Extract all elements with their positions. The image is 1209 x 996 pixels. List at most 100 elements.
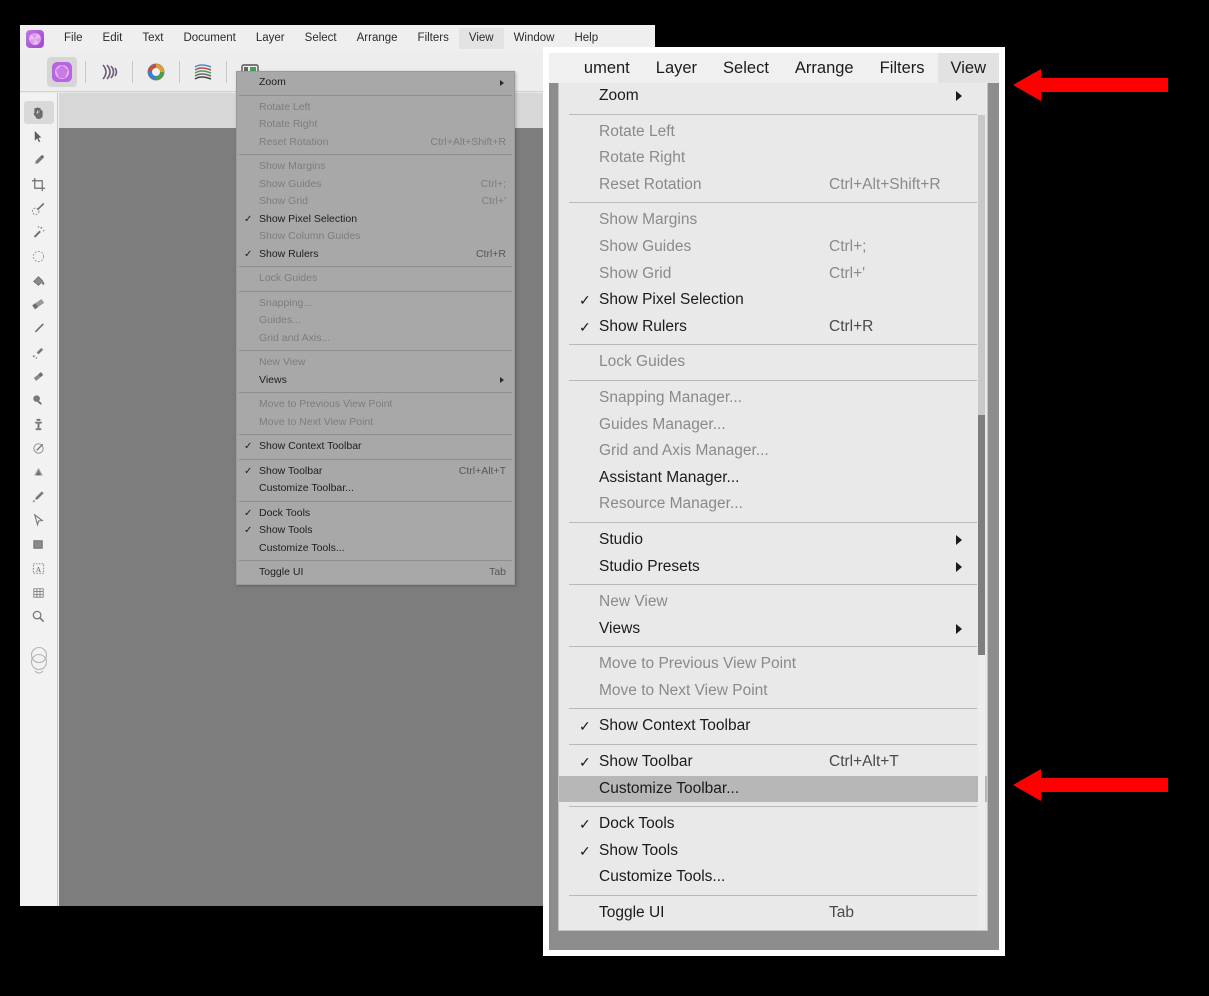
elliptical-marquee-tool[interactable] xyxy=(24,245,54,268)
zoom-tool[interactable] xyxy=(24,605,54,628)
menu-item-label: Snapping... xyxy=(259,296,313,309)
menu-item-label: Zoom xyxy=(259,76,286,88)
pixel-tool[interactable] xyxy=(24,341,54,364)
move-tool[interactable] xyxy=(24,125,54,148)
menubar-item-select[interactable]: Select xyxy=(295,28,347,50)
menu-item: New View xyxy=(559,589,987,616)
dodge-brush-tool[interactable] xyxy=(24,389,54,412)
menu-item[interactable]: Assistant Manager... xyxy=(559,465,987,492)
zoomed-menubar-item-arrange[interactable]: Arrange xyxy=(782,55,867,82)
menu-item-shortcut: Tab xyxy=(489,566,506,578)
menu-item[interactable]: ✓ Show Pixel Selection xyxy=(559,287,987,314)
menu-separator xyxy=(569,646,977,648)
menu-item-label: Studio xyxy=(599,530,643,548)
menu-item-label: Show Toolbar xyxy=(259,464,323,477)
photo-persona-icon[interactable] xyxy=(47,56,77,87)
menu-scrollbar[interactable] xyxy=(978,115,985,930)
blend-ranges-icon[interactable] xyxy=(24,643,54,677)
color-picker-tool[interactable] xyxy=(24,149,54,172)
menu-item: Show Column Guides xyxy=(237,228,514,246)
menu-item-label: Show Column Guides xyxy=(259,230,361,242)
menu-item-label: Move to Previous View Point xyxy=(599,655,797,673)
menu-item[interactable]: ✓ Dock Tools xyxy=(237,505,514,523)
view-menu-background[interactable]: Zoom Rotate Left Rotate Right Reset Rotatio… xyxy=(236,71,515,585)
menu-item-label: Toggle UI xyxy=(259,566,304,578)
menu-item[interactable]: Toggle UI Tab xyxy=(559,900,987,927)
crop-tool[interactable] xyxy=(24,173,54,196)
menu-item[interactable]: ✓ Show Context Toolbar xyxy=(559,713,987,740)
menubar-item-document[interactable]: Document xyxy=(173,28,245,50)
mesh-warp-tool[interactable] xyxy=(24,581,54,604)
menu-item-label: Show Tools xyxy=(599,841,678,859)
menu-item[interactable]: ✓ Show Tools xyxy=(559,838,987,865)
menu-item[interactable]: Toggle UI Tab xyxy=(237,564,514,582)
menu-item[interactable]: ✓ Show Toolbar Ctrl+Alt+T xyxy=(559,749,987,776)
menu-scrollbar-thumb[interactable] xyxy=(978,415,985,655)
menu-item: Rotate Right xyxy=(237,116,514,134)
checkmark-icon: ✓ xyxy=(579,754,591,771)
zoomed-menubar-item-ument[interactable]: ument xyxy=(571,55,643,82)
menubar-item-layer[interactable]: Layer xyxy=(246,28,295,50)
menu-item: Show Margins xyxy=(559,207,987,234)
liquify-persona-icon[interactable] xyxy=(94,57,124,87)
smudge-brush-tool[interactable] xyxy=(24,437,54,460)
menu-separator xyxy=(569,806,977,808)
selection-brush-tool[interactable] xyxy=(24,197,54,220)
menu-separator xyxy=(239,266,512,267)
erase-brush-tool[interactable] xyxy=(24,365,54,388)
menu-item[interactable]: Zoom xyxy=(237,74,514,92)
rectangle-tool[interactable] xyxy=(24,533,54,556)
zoomed-menubar-item-filters[interactable]: Filters xyxy=(867,55,938,82)
menu-item-shortcut: Ctrl+Alt+Shift+R xyxy=(829,175,941,193)
menubar-item-filters[interactable]: Filters xyxy=(408,28,459,50)
menubar-item-view[interactable]: View xyxy=(458,27,504,50)
zoomed-menubar-item-select[interactable]: Select xyxy=(710,55,782,82)
menu-item[interactable]: Views xyxy=(237,372,514,390)
menu-item-label: Lock Guides xyxy=(599,353,686,371)
flood-fill-tool[interactable] xyxy=(24,269,54,292)
menu-item: New View xyxy=(237,354,514,372)
menu-item-label: Customize Tools... xyxy=(259,541,345,554)
flood-select-tool[interactable] xyxy=(24,221,54,244)
menu-item: Show Grid Ctrl+' xyxy=(559,261,987,288)
menu-item: Snapping... xyxy=(237,295,514,313)
menu-item[interactable]: ✓ Show Pixel Selection xyxy=(237,211,514,229)
artistic-text-tool[interactable]: A xyxy=(24,557,54,580)
menu-item[interactable]: Customize Tools... xyxy=(559,864,987,891)
menu-item[interactable]: Customize Toolbar... xyxy=(237,480,514,498)
tone-mapping-persona-icon[interactable] xyxy=(188,57,218,87)
checkmark-icon: ✓ xyxy=(244,465,253,477)
menu-item[interactable]: Studio xyxy=(559,527,987,554)
menu-item[interactable]: Views xyxy=(559,616,987,643)
menu-item[interactable]: ✓ Show Rulers Ctrl+R xyxy=(559,314,987,341)
menu-separator xyxy=(569,202,977,204)
menu-item[interactable]: Customize Toolbar... xyxy=(559,775,987,803)
menu-item[interactable]: ✓ Show Toolbar Ctrl+Alt+T xyxy=(237,463,514,481)
menu-item-shortcut: Ctrl+Alt+T xyxy=(829,753,899,771)
menu-item[interactable]: Customize Tools... xyxy=(237,540,514,558)
menu-item[interactable]: Studio Presets xyxy=(559,554,987,581)
develop-persona-icon[interactable] xyxy=(141,57,171,87)
view-menu-zoomed[interactable]: Zoom Rotate Left Rotate Right Reset Rotatio… xyxy=(558,83,988,931)
menu-item[interactable]: ✓ Show Context Toolbar xyxy=(237,438,514,456)
menubar-item-text[interactable]: Text xyxy=(132,28,173,50)
sharpen-brush-tool[interactable] xyxy=(24,461,54,484)
menu-item[interactable]: ✓ Show Tools xyxy=(237,522,514,540)
blur-brush-tool[interactable] xyxy=(24,485,54,508)
menubar-item-arrange[interactable]: Arrange xyxy=(347,28,408,50)
zoomed-menubar-item-view[interactable]: View xyxy=(937,53,999,83)
menu-item[interactable]: Zoom xyxy=(559,83,987,110)
zoomed-menubar-item-layer[interactable]: Layer xyxy=(643,55,710,82)
paint-brush-tool[interactable] xyxy=(24,317,54,340)
menu-item[interactable]: ✓ Show Rulers Ctrl+R xyxy=(237,246,514,264)
menubar-item-file[interactable]: File xyxy=(54,28,93,50)
view-hand-tool[interactable] xyxy=(23,101,54,124)
menu-item: Guides Manager... xyxy=(559,412,987,439)
menubar-item-edit[interactable]: Edit xyxy=(93,28,133,50)
menu-item-label: Customize Toolbar... xyxy=(599,779,740,797)
clone-brush-tool[interactable] xyxy=(24,413,54,436)
pen-tool[interactable] xyxy=(24,509,54,532)
zoomed-menu-bar: ument Layer Select Arrange Filters View xyxy=(549,53,999,83)
menu-item[interactable]: ✓ Dock Tools xyxy=(559,811,987,838)
gradient-tool[interactable] xyxy=(24,293,54,316)
